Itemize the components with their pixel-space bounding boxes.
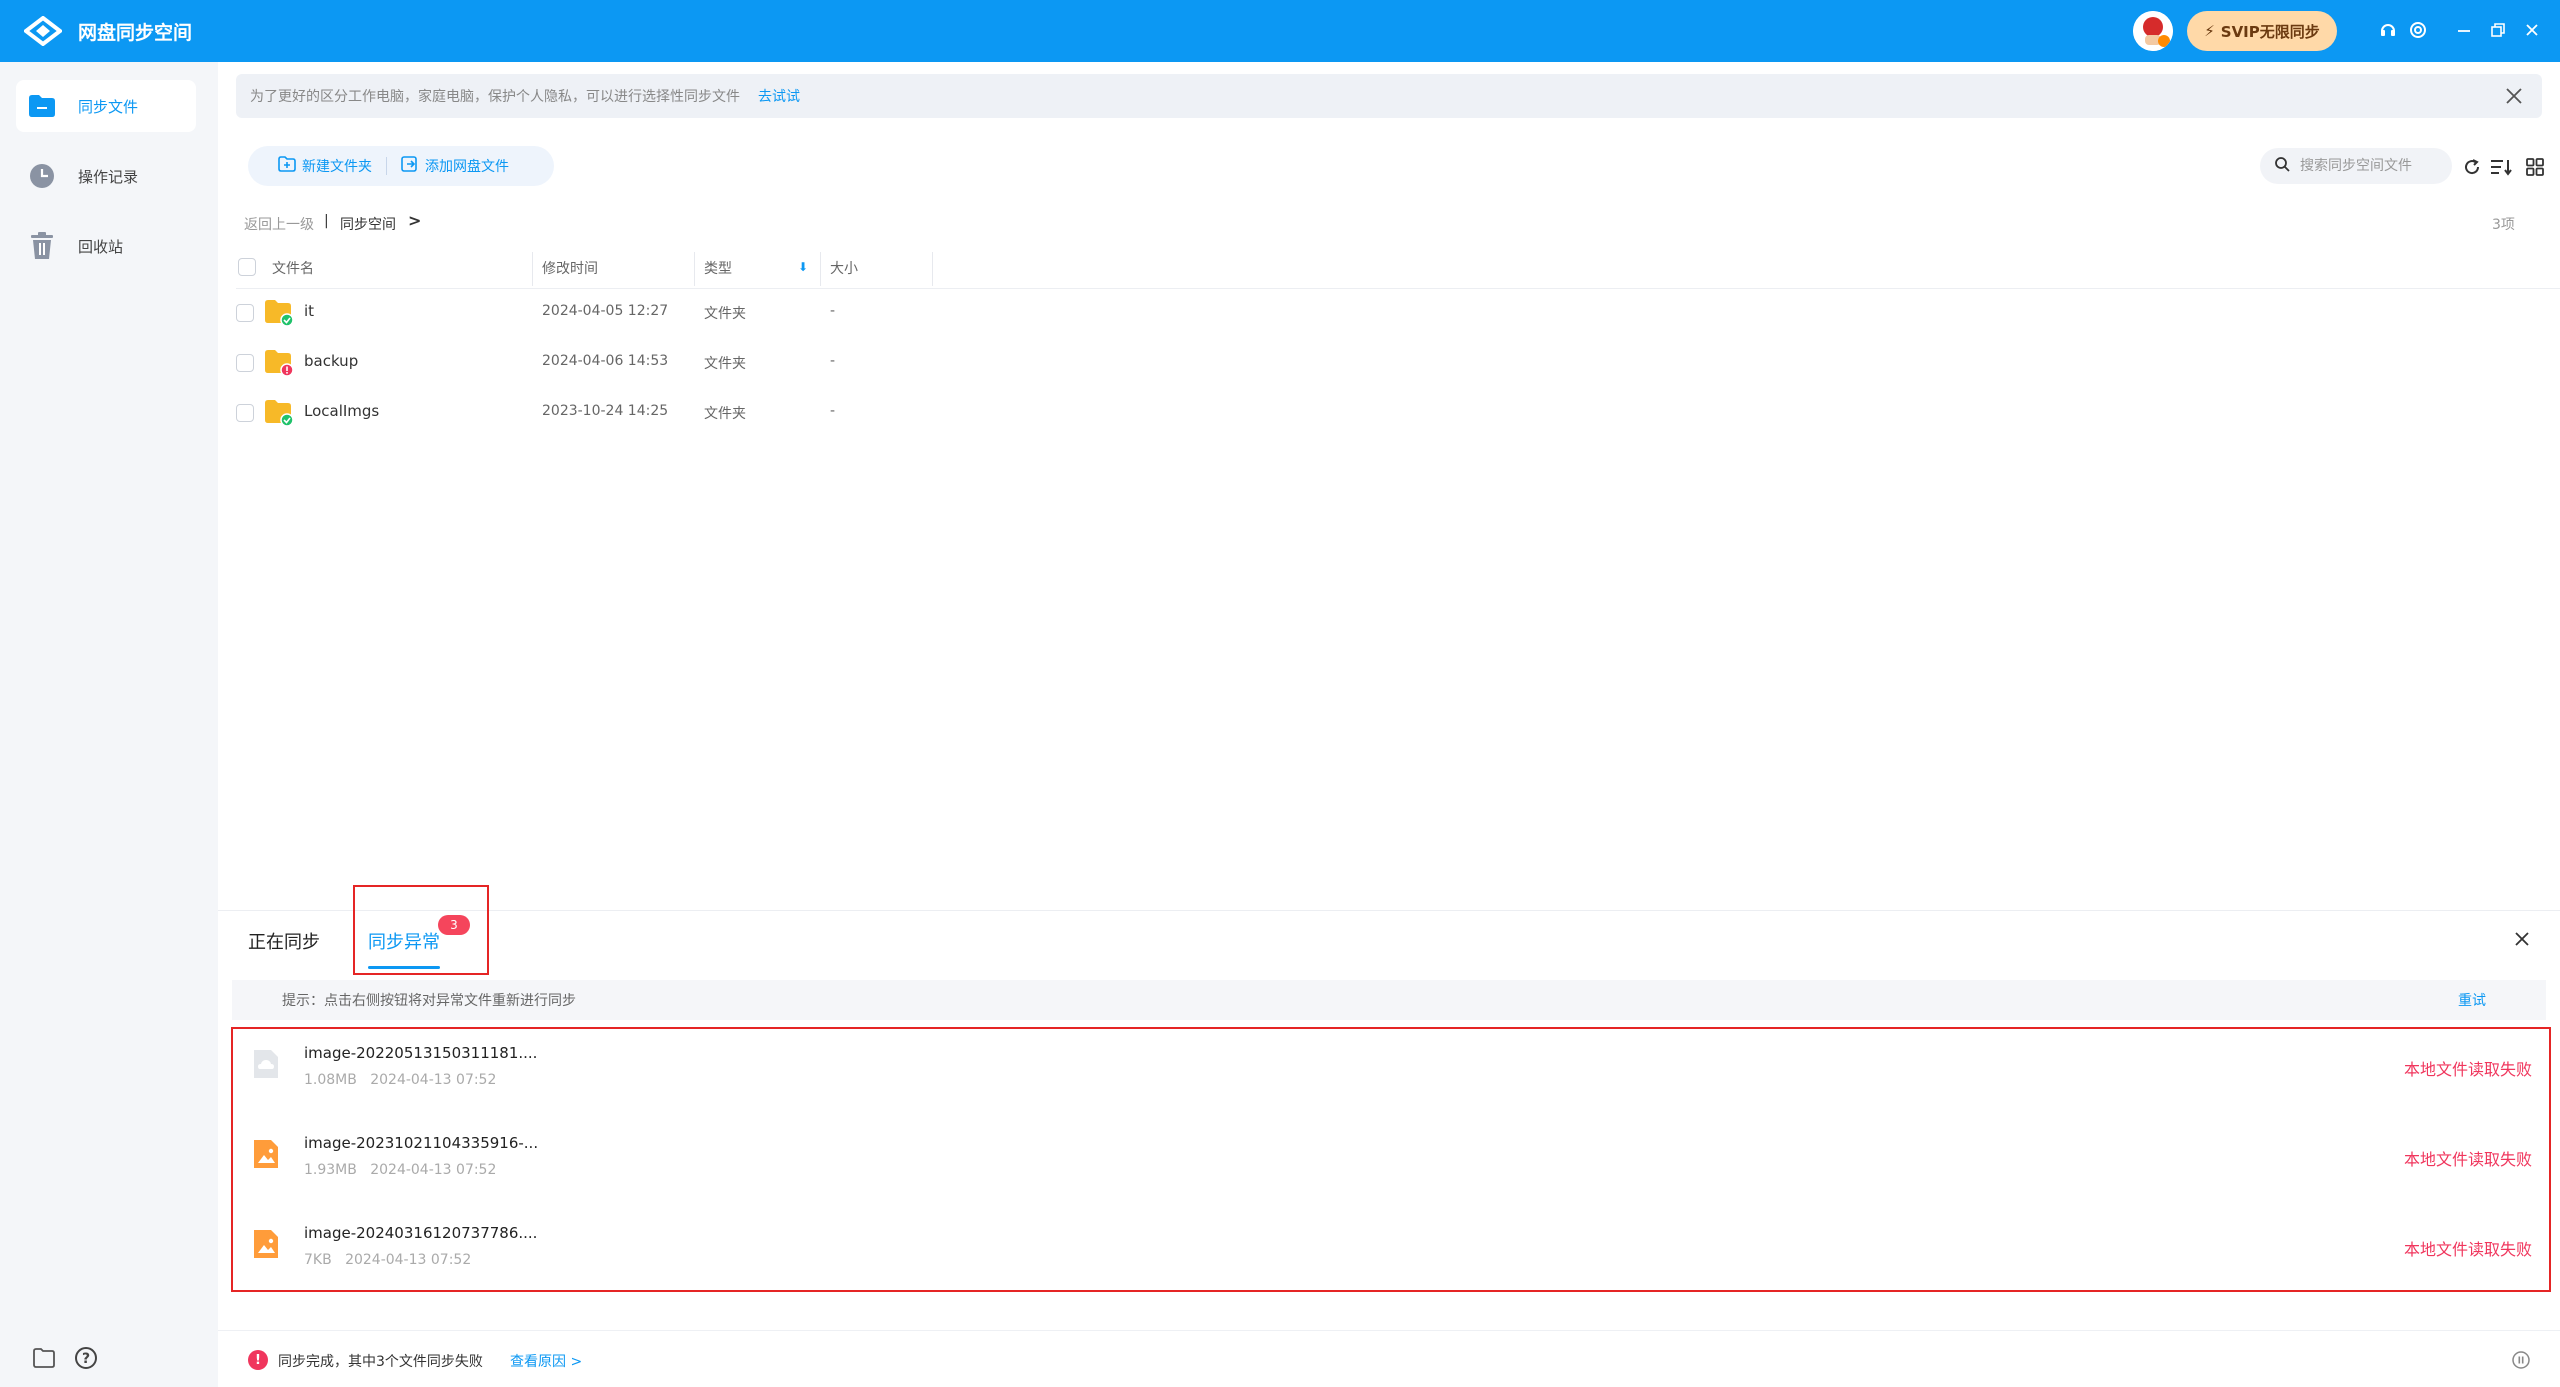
row-size: -	[830, 353, 836, 369]
breadcrumb-current[interactable]: 同步空间	[340, 214, 396, 234]
column-divider[interactable]	[820, 252, 821, 286]
svg-text:?: ?	[82, 1351, 90, 1367]
new-folder-label: 新建文件夹	[302, 159, 372, 175]
highlight-box-tab	[353, 885, 489, 975]
add-cloud-file-icon	[401, 156, 419, 176]
folder-synced-icon	[265, 400, 294, 426]
error-alert-icon: !	[248, 1350, 268, 1370]
add-cloud-file-label: 添加网盘文件	[425, 159, 509, 175]
restore-window-icon[interactable]	[2484, 16, 2512, 44]
breadcrumb-chevron-icon[interactable]: >	[408, 211, 421, 230]
clock-icon	[28, 162, 56, 190]
row-file-name[interactable]: LocalImgs	[304, 402, 379, 420]
grid-view-icon[interactable]	[2520, 152, 2550, 182]
banner-try-link[interactable]: 去试试	[758, 86, 800, 106]
svip-label: SVIP无限同步	[2220, 22, 2320, 41]
sort-down-icon[interactable]: ⬇	[798, 260, 808, 274]
row-file-name[interactable]: backup	[304, 352, 358, 370]
app-title: 网盘同步空间	[78, 22, 193, 44]
search-icon	[2274, 156, 2290, 176]
settings-gear-icon[interactable]	[2404, 16, 2432, 44]
row-modified-time: 2024-04-06 14:53	[542, 353, 669, 369]
column-header-modified[interactable]: 修改时间	[542, 258, 598, 278]
highlight-box-error-list	[231, 1027, 2551, 1292]
row-type: 文件夹	[704, 356, 746, 372]
sync-status-text: 同步完成，其中3个文件同步失败	[278, 1354, 483, 1370]
breadcrumb-back-link[interactable]: 返回上一级	[244, 214, 314, 234]
minimize-icon[interactable]	[2450, 16, 2478, 44]
lightning-icon: ⚡	[2204, 22, 2215, 40]
row-checkbox[interactable]	[236, 404, 254, 422]
tab-syncing[interactable]: 正在同步	[248, 928, 320, 954]
row-file-name[interactable]: it	[304, 302, 314, 320]
row-type: 文件夹	[704, 306, 746, 322]
support-headset-icon[interactable]	[2374, 16, 2402, 44]
row-modified-time: 2023-10-24 14:25	[542, 403, 669, 419]
column-header-name[interactable]: 文件名	[272, 258, 314, 278]
sidebar-item-label: 同步文件	[78, 97, 139, 116]
folder-error-icon	[265, 350, 294, 376]
user-avatar[interactable]	[2133, 11, 2173, 51]
add-cloud-file-button[interactable]: 添加网盘文件	[401, 156, 509, 176]
new-folder-icon	[278, 156, 296, 176]
item-count: 3项	[2492, 217, 2515, 233]
retry-button[interactable]: 重试	[2458, 990, 2486, 1010]
sync-panel-divider	[218, 910, 2560, 911]
banner-text: 为了更好的区分工作电脑，家庭电脑，保护个人隐私，可以进行选择性同步文件	[250, 89, 740, 105]
sort-list-icon[interactable]	[2486, 152, 2516, 182]
column-divider[interactable]	[532, 252, 533, 286]
svip-upgrade-button[interactable]: ⚡ SVIP无限同步	[2187, 11, 2337, 51]
row-checkbox[interactable]	[236, 354, 254, 372]
file-action-toolbar: 新建文件夹 添加网盘文件	[248, 146, 554, 186]
retry-hint-bar: 提示：点击右侧按钮将对异常文件重新进行同步	[232, 980, 2546, 1020]
breadcrumb-separator: |	[324, 213, 329, 229]
sidebar-item-operation-log[interactable]: 操作记录	[16, 150, 196, 202]
row-type: 文件夹	[704, 406, 746, 422]
trash-icon	[28, 232, 56, 260]
row-size: -	[830, 403, 836, 419]
search-box[interactable]	[2260, 148, 2452, 184]
table-row[interactable]: LocalImgs 2023-10-24 14:25 文件夹 -	[236, 388, 936, 438]
view-reason-link[interactable]: 查看原因 >	[510, 1351, 582, 1371]
select-all-checkbox[interactable]	[238, 258, 256, 276]
search-input[interactable]	[2298, 157, 2438, 175]
row-size: -	[830, 303, 836, 319]
refresh-icon[interactable]	[2457, 152, 2487, 182]
panel-close-icon[interactable]	[2508, 925, 2536, 953]
close-window-icon[interactable]	[2518, 16, 2546, 44]
sidebar-item-sync-files[interactable]: 同步文件	[16, 80, 196, 132]
help-icon[interactable]: ?	[72, 1344, 100, 1372]
sidebar-item-label: 操作记录	[78, 167, 139, 186]
row-checkbox[interactable]	[236, 304, 254, 322]
folder-synced-icon	[265, 300, 294, 326]
column-header-type[interactable]: 类型	[704, 258, 732, 278]
title-bar	[0, 0, 2560, 62]
new-folder-button[interactable]: 新建文件夹	[278, 156, 372, 176]
hint-text: 提示：点击右侧按钮将对异常文件重新进行同步	[282, 993, 576, 1009]
toolbar-divider	[386, 157, 387, 175]
selective-sync-banner: 为了更好的区分工作电脑，家庭电脑，保护个人隐私，可以进行选择性同步文件 去试试	[236, 74, 2542, 118]
banner-close-icon[interactable]	[2500, 82, 2528, 110]
folder-icon	[28, 92, 56, 120]
column-header-size[interactable]: 大小	[830, 258, 858, 278]
row-modified-time: 2024-04-05 12:27	[542, 303, 669, 319]
pause-sync-icon[interactable]	[2508, 1347, 2534, 1373]
table-row[interactable]: backup 2024-04-06 14:53 文件夹 -	[236, 338, 936, 388]
open-folder-icon[interactable]	[30, 1344, 58, 1372]
table-row[interactable]: it 2024-04-05 12:27 文件夹 -	[236, 288, 936, 338]
app-logo-icon	[22, 15, 64, 47]
sidebar-item-label: 回收站	[78, 237, 124, 256]
column-divider[interactable]	[694, 252, 695, 286]
column-divider[interactable]	[932, 252, 933, 286]
sidebar-item-recycle-bin[interactable]: 回收站	[16, 220, 196, 272]
